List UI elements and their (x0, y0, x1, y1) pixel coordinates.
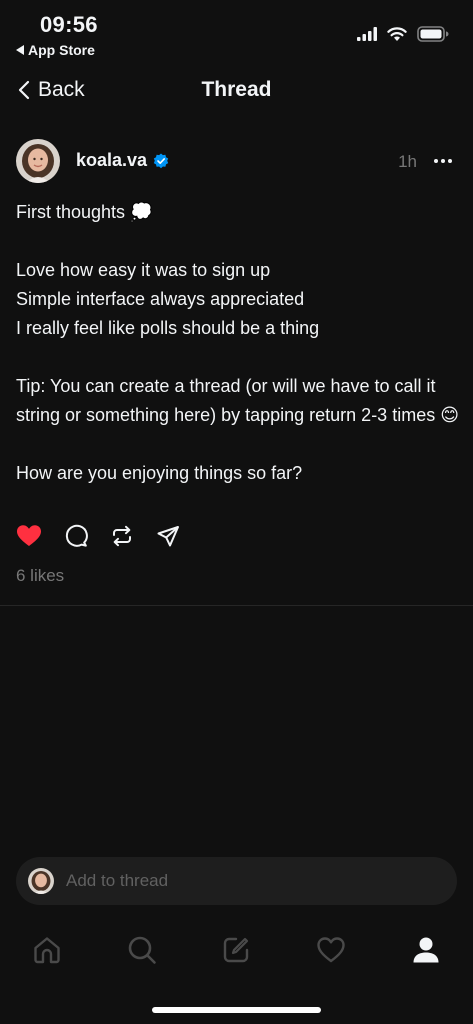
battery-icon (417, 26, 449, 42)
home-icon[interactable] (32, 935, 62, 965)
signal-icon (357, 27, 377, 41)
repost-icon[interactable] (110, 524, 134, 548)
post-line: Simple interface always appreciated (16, 289, 305, 309)
reply-placeholder: Add to thread (66, 871, 169, 890)
back-to-app-store-link[interactable]: App Store (16, 42, 95, 58)
heart-icon[interactable] (16, 524, 42, 548)
status-time: 09:56 (40, 12, 98, 37)
avatar (28, 868, 54, 894)
reply-input[interactable]: Add to thread (16, 857, 457, 905)
post-actions (16, 524, 180, 548)
post-line: How are you enjoying things so far? (16, 463, 303, 483)
username-link[interactable]: koala.va (76, 150, 169, 171)
back-triangle-icon (16, 45, 24, 55)
compose-icon[interactable] (221, 935, 251, 965)
back-label: Back (38, 78, 85, 101)
comment-icon[interactable] (64, 524, 88, 548)
profile-icon[interactable] (411, 935, 441, 965)
back-button[interactable]: Back (18, 78, 85, 102)
post-timestamp: 1h (398, 152, 417, 171)
username: koala.va (76, 150, 148, 170)
more-options-button[interactable] (433, 152, 453, 175)
activity-icon[interactable] (316, 935, 346, 965)
post-line: I really feel like polls should be a thi… (16, 318, 320, 338)
avatar-portrait (28, 868, 54, 894)
tab-bar (0, 928, 473, 972)
verified-badge-icon (153, 153, 169, 168)
back-app-label: App Store (28, 42, 95, 58)
share-icon[interactable] (156, 524, 180, 548)
likes-count[interactable]: 6 likes (16, 566, 64, 586)
wifi-icon (387, 26, 407, 41)
post-line: Love how easy it was to sign up (16, 260, 271, 280)
chevron-left-icon (18, 80, 30, 100)
post-body: First thoughts 💭 Love how easy it was to… (16, 198, 461, 488)
avatar[interactable] (16, 139, 60, 183)
post-line: Tip: You can create a thread (or will we… (16, 376, 459, 425)
home-indicator[interactable] (152, 1007, 321, 1013)
status-icons (357, 26, 449, 42)
avatar-portrait (16, 139, 60, 183)
post-line: First thoughts 💭 (16, 202, 153, 222)
more-horizontal-icon (434, 159, 452, 163)
search-icon[interactable] (127, 935, 157, 965)
divider (0, 605, 473, 606)
